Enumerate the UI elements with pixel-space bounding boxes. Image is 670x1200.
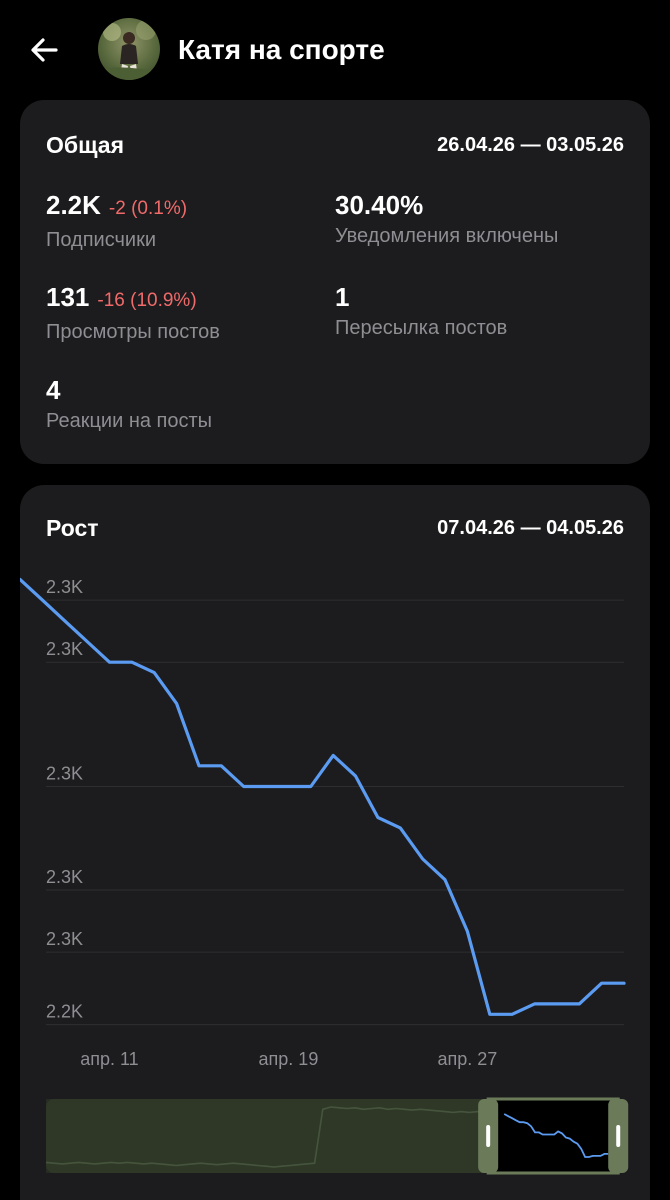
stat-value: 131 [46,282,90,312]
avatar[interactable] [98,18,160,80]
stat-post-shares: 1 Пересылка постов [335,280,507,342]
navigator-handle-left-grip [486,1125,491,1147]
y-tick-label: 2.3K [46,577,83,597]
stat-subscribers: 2.2K -2 (0.1%) Подписчики [46,188,187,254]
stat-delta: -2 (0.1%) [108,198,188,219]
stat-value: 2.2K [46,190,101,220]
y-tick-label: 2.3K [46,867,83,887]
stat-label: Реакции на посты [46,410,213,432]
series-line [20,577,626,1016]
stat-label: Просмотры постов [46,321,220,343]
stat-value: 30.40% [335,190,424,220]
y-tick-label: 2.3K [46,763,83,783]
stat-label: Пересылка постов [335,317,508,339]
overview-title: Общая [46,132,124,158]
navigator-selection[interactable] [486,1097,620,1175]
back-button[interactable] [22,28,66,72]
stat-notifications: 30.40% Уведомления включены [335,188,558,250]
stat-label: Уведомления включены [335,225,559,247]
stat-post-reactions: 4 Реакции на посты [46,373,212,435]
y-tick-label: 2.3K [46,639,83,659]
growth-chart[interactable]: 2.2K 2.3K 2.3K 2.3K 2.3K 2.3K апр. 11 апр. 19 ап… [20,485,650,1200]
y-tick-label: 2.2K [46,1002,83,1022]
x-tick-label: апр. 27 [438,1049,498,1069]
overview-date-range[interactable]: 26.04.26 — 03.05.26 [437,130,624,160]
arrow-left-icon [31,38,58,62]
overview-card: Общая 26.04.26 — 03.05.26 2.2K -2 (0.1%)… [20,100,650,464]
stat-value: 4 [46,375,61,405]
header: Катя на спорте [0,0,670,100]
channel-title: Катя на спорте [178,34,385,65]
navigator-dim [46,1099,489,1173]
x-tick-label: апр. 11 [80,1049,138,1069]
growth-card: Рост 07.04.26 — 04.05.26 2.2K 2.3K 2.3K 2.3… [20,485,650,1200]
x-tick-label: апр. 19 [259,1049,319,1069]
stat-value: 1 [335,282,350,312]
stat-delta: -16 (10.9%) [97,290,197,311]
navigator-handle-right-grip [616,1125,621,1147]
stat-post-views: 131 -16 (10.9%) Просмотры постов [46,280,220,346]
y-tick-label: 2.3K [46,929,83,949]
stat-label: Подписчики [46,229,157,251]
